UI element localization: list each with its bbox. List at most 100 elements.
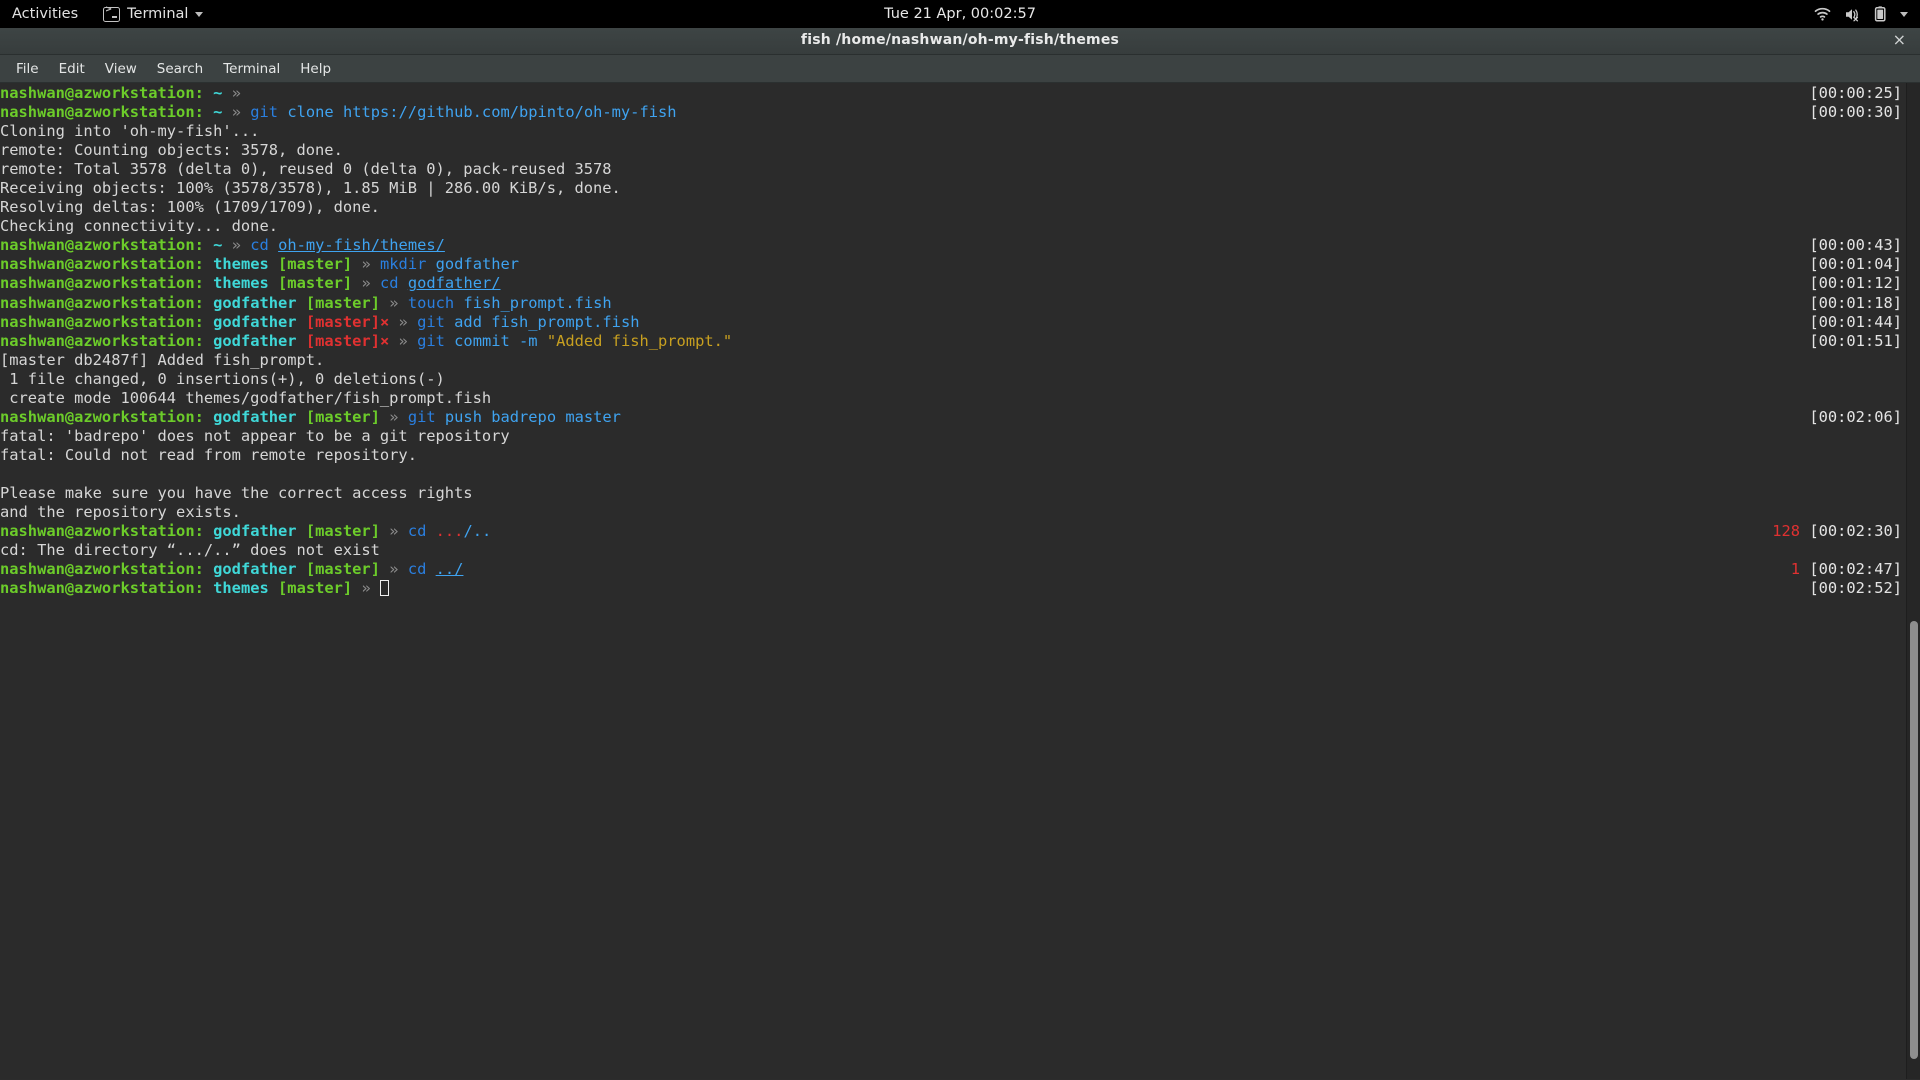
space (297, 294, 306, 312)
prompt-user-host: nashwan@azworkstation: (0, 236, 204, 254)
clock-button[interactable]: Tue 21 Apr, 00:02:57 (0, 6, 1920, 22)
output-text: fatal: Could not read from remote reposi… (0, 446, 417, 464)
prompt-timestamp: [00:00:30] (1809, 103, 1902, 121)
prompt-git-branch: [master] (278, 255, 352, 273)
space (380, 560, 389, 578)
prompt-right-status: [00:00:25] (1809, 84, 1902, 103)
terminal-prompt-line: nashwan@azworkstation: themes [master] »… (0, 579, 1920, 598)
prompt-right-status: [00:00:43] (1809, 236, 1902, 255)
terminal-output: nashwan@azworkstation: ~ » [00:00:25] nash… (0, 83, 1920, 598)
prompt-timestamp: [00:00:25] (1809, 84, 1902, 102)
terminal-window: fish /home/nashwan/oh-my-fish/themes × F… (0, 25, 1920, 1080)
prompt-right-status: [00:02:52] (1809, 579, 1902, 598)
prompt-git-branch: [master] (306, 522, 380, 540)
terminal-prompt-line: nashwan@azworkstation: ~ » git clone htt… (0, 103, 1920, 122)
output-text: remote: Total 3578 (delta 0), reused 0 (… (0, 160, 612, 178)
space (204, 313, 213, 331)
menu-item-view[interactable]: View (95, 58, 147, 80)
line-content: Please make sure you have the correct ac… (0, 484, 473, 502)
prompt-right-status: [00:00:30] (1809, 103, 1902, 122)
command-name: cd (380, 274, 399, 292)
command-argument (426, 560, 435, 578)
line-content: nashwan@azworkstation: ~ » git clone htt… (0, 103, 677, 121)
prompt-arrow: » (389, 294, 398, 312)
space (204, 579, 213, 597)
activities-button[interactable]: Activities (0, 0, 92, 28)
window-titlebar[interactable]: fish /home/nashwan/oh-my-fish/themes × (0, 25, 1920, 55)
command-invalid-path: ... (436, 522, 464, 540)
text-cursor[interactable] (380, 580, 389, 596)
prompt-timestamp: [00:01:18] (1809, 294, 1902, 312)
space (222, 103, 231, 121)
terminal-output-line: [master db2487f] Added fish_prompt. (0, 351, 1920, 370)
close-icon[interactable]: × (1893, 32, 1906, 48)
command-argument: clone https://github.com/bpinto/oh-my-fi… (278, 103, 676, 121)
output-text: create mode 100644 themes/godfather/fish… (0, 389, 491, 407)
terminal-prompt-line: nashwan@azworkstation: ~ » cd oh-my-fish… (0, 236, 1920, 255)
prompt-right-status: 128 [00:02:30] (1772, 522, 1902, 541)
command-argument: /.. (463, 522, 491, 540)
menubar: FileEditViewSearchTerminalHelp (0, 55, 1920, 83)
space (204, 560, 213, 578)
prompt-git-branch: [master] (306, 408, 380, 426)
terminal-prompt-line: nashwan@azworkstation: godfather [master… (0, 560, 1920, 579)
scrollbar[interactable] (1906, 83, 1920, 1079)
line-content: nashwan@azworkstation: ~ » (0, 84, 241, 102)
space (399, 294, 408, 312)
line-content: nashwan@azworkstation: godfather [master… (0, 294, 612, 312)
activities-label: Activities (12, 6, 78, 22)
space (297, 560, 306, 578)
scrollbar-thumb[interactable] (1910, 621, 1918, 1059)
prompt-arrow: » (232, 236, 241, 254)
app-menu-label: Terminal (127, 6, 188, 22)
terminal-view[interactable]: nashwan@azworkstation: ~ » [00:00:25] nash… (0, 83, 1920, 1079)
prompt-arrow: » (399, 313, 408, 331)
prompt-timestamp: [00:01:51] (1809, 332, 1902, 350)
prompt-timestamp: [00:01:04] (1809, 255, 1902, 273)
prompt-directory: themes (213, 274, 269, 292)
exit-status-code: 128 (1772, 522, 1800, 540)
space (204, 522, 213, 540)
line-content: and the repository exists. (0, 503, 241, 521)
command-name: git (417, 332, 445, 350)
space (371, 579, 380, 597)
prompt-right-status: [00:01:44] (1809, 313, 1902, 332)
line-content: nashwan@azworkstation: ~ » cd oh-my-fish… (0, 236, 445, 254)
line-content: nashwan@azworkstation: godfather [master… (0, 408, 621, 426)
chevron-down-icon (1900, 12, 1908, 17)
prompt-git-branch-dirty: [master]× (306, 332, 389, 350)
system-status-area[interactable] (1814, 0, 1920, 28)
prompt-user-host: nashwan@azworkstation: (0, 274, 204, 292)
prompt-arrow: » (361, 579, 370, 597)
terminal-output-line: create mode 100644 themes/godfather/fish… (0, 389, 1920, 408)
menu-item-edit[interactable]: Edit (49, 58, 95, 80)
line-content: Checking connectivity... done. (0, 217, 278, 235)
menu-item-file[interactable]: File (6, 58, 49, 80)
space (204, 408, 213, 426)
menu-item-help[interactable]: Help (290, 58, 341, 80)
prompt-git-branch: [master] (306, 560, 380, 578)
line-content: Resolving deltas: 100% (1709/1709), done… (0, 198, 380, 216)
line-content: nashwan@azworkstation: themes [master] »… (0, 274, 501, 292)
prompt-arrow: » (399, 332, 408, 350)
command-argument: push badrepo master (436, 408, 621, 426)
line-content: nashwan@azworkstation: themes [master] »… (0, 255, 519, 273)
exit-status-code: 1 (1791, 560, 1800, 578)
line-content: remote: Total 3578 (delta 0), reused 0 (… (0, 160, 612, 178)
space (241, 236, 250, 254)
space (204, 332, 213, 350)
prompt-arrow: » (232, 84, 241, 102)
menu-item-search[interactable]: Search (147, 58, 213, 80)
command-path-argument: ../ (436, 560, 464, 578)
terminal-prompt-line: nashwan@azworkstation: themes [master] »… (0, 255, 1920, 274)
line-content: nashwan@azworkstation: godfather [master… (0, 560, 463, 578)
terminal-output-line: Cloning into 'oh-my-fish'... (0, 122, 1920, 141)
line-content: create mode 100644 themes/godfather/fish… (0, 389, 491, 407)
line-content: Receiving objects: 100% (3578/3578), 1.8… (0, 179, 621, 197)
prompt-user-host: nashwan@azworkstation: (0, 103, 204, 121)
prompt-timestamp: [00:02:06] (1809, 408, 1902, 426)
terminal-output-line: Resolving deltas: 100% (1709/1709), done… (0, 198, 1920, 217)
menu-item-terminal[interactable]: Terminal (213, 58, 290, 80)
prompt-user-host: nashwan@azworkstation: (0, 332, 204, 350)
app-menu-button[interactable]: Terminal (92, 0, 214, 28)
